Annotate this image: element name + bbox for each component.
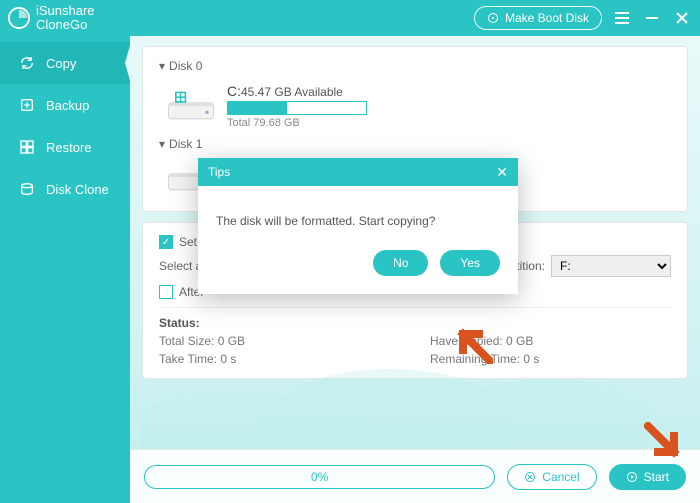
progress-bar: 0% xyxy=(144,465,495,489)
side-label: Disk Clone xyxy=(46,182,109,197)
close-icon xyxy=(676,12,688,24)
set-checkbox[interactable]: ✓ xyxy=(159,235,173,249)
side-label: Backup xyxy=(46,98,89,113)
yes-label: Yes xyxy=(460,256,480,270)
status-header: Status: xyxy=(159,316,671,330)
disk0-header[interactable]: ▾ Disk 0 xyxy=(159,59,671,73)
disk0-label: Disk 0 xyxy=(169,59,202,73)
decorative-scenery xyxy=(130,379,700,449)
make-boot-disk-button[interactable]: Make Boot Disk xyxy=(474,6,602,30)
restore-icon xyxy=(18,138,36,156)
start-label: Start xyxy=(644,470,669,484)
callout-arrow-start xyxy=(644,422,684,462)
drive-avail: 45.47 GB Available xyxy=(241,85,343,99)
dialog-footer: No Yes xyxy=(198,240,518,294)
side-label: Copy xyxy=(46,56,76,71)
chevron-down-icon: ▾ xyxy=(159,137,165,151)
partition-select[interactable]: F: xyxy=(551,255,671,277)
app-name: iSunshare xyxy=(36,4,95,18)
dialog-close-button[interactable]: ✕ xyxy=(496,164,508,181)
select-text-left: Select a xyxy=(159,259,202,273)
title-bar: iSunshare CloneGo Make Boot Disk xyxy=(0,0,700,36)
disk1-header[interactable]: ▾ Disk 1 xyxy=(159,137,671,151)
dialog-message: The disk will be formatted. Start copyin… xyxy=(198,186,518,240)
side-label: Restore xyxy=(46,140,92,155)
backup-icon xyxy=(18,96,36,114)
disk0-partition-c[interactable]: C:45.47 GB Available Total 79.68 GB xyxy=(159,79,671,137)
no-label: No xyxy=(393,256,408,270)
sidebar-item-backup[interactable]: Backup xyxy=(0,84,130,126)
menu-button[interactable] xyxy=(612,8,632,28)
status-block: Status: Total Size: 0 GB Have Copied: 0 … xyxy=(159,316,671,366)
callout-arrow-yes xyxy=(449,320,493,364)
progress-text: 0% xyxy=(311,470,328,484)
sidebar-item-copy[interactable]: Copy xyxy=(0,42,130,84)
sidebar: Copy Backup Restore Disk Clone xyxy=(0,36,130,503)
start-button[interactable]: Start xyxy=(609,464,686,490)
app-product: CloneGo xyxy=(36,18,95,32)
app-logo-icon xyxy=(8,7,30,29)
disk1-label: Disk 1 xyxy=(169,137,202,151)
tips-dialog: Tips ✕ The disk will be formatted. Start… xyxy=(198,158,518,294)
boot-label: Make Boot Disk xyxy=(505,11,589,25)
drive-icon xyxy=(167,90,215,122)
sidebar-item-restore[interactable]: Restore xyxy=(0,126,130,168)
app-logo: iSunshare CloneGo xyxy=(8,4,95,32)
hamburger-icon xyxy=(615,12,629,24)
dialog-header: Tips ✕ xyxy=(198,158,518,186)
dialog-no-button[interactable]: No xyxy=(373,250,428,276)
cancel-label: Cancel xyxy=(542,470,579,484)
app-window: iSunshare CloneGo Make Boot Disk Copy Ba… xyxy=(0,0,700,503)
cancel-button[interactable]: Cancel xyxy=(507,464,596,490)
after-checkbox[interactable] xyxy=(159,285,173,299)
dialog-yes-button[interactable]: Yes xyxy=(440,250,500,276)
drive-letter: C: xyxy=(227,83,241,99)
chevron-down-icon: ▾ xyxy=(159,59,165,73)
partition-info: C:45.47 GB Available Total 79.68 GB xyxy=(227,83,671,129)
dialog-title: Tips xyxy=(208,165,230,179)
usage-bar xyxy=(227,101,367,115)
bottom-bar: 0% Cancel Start xyxy=(130,449,700,503)
cancel-icon xyxy=(524,471,536,483)
disk-clone-icon xyxy=(18,180,36,198)
disc-icon xyxy=(487,12,499,24)
status-total: Total Size: 0 GB xyxy=(159,334,400,348)
drive-total: Total 79.68 GB xyxy=(227,117,671,129)
copy-icon xyxy=(18,54,36,72)
minimize-icon xyxy=(646,12,658,24)
minimize-button[interactable] xyxy=(642,8,662,28)
status-take: Take Time: 0 s xyxy=(159,352,400,366)
sidebar-item-diskclone[interactable]: Disk Clone xyxy=(0,168,130,210)
close-button[interactable] xyxy=(672,8,692,28)
play-icon xyxy=(626,471,638,483)
